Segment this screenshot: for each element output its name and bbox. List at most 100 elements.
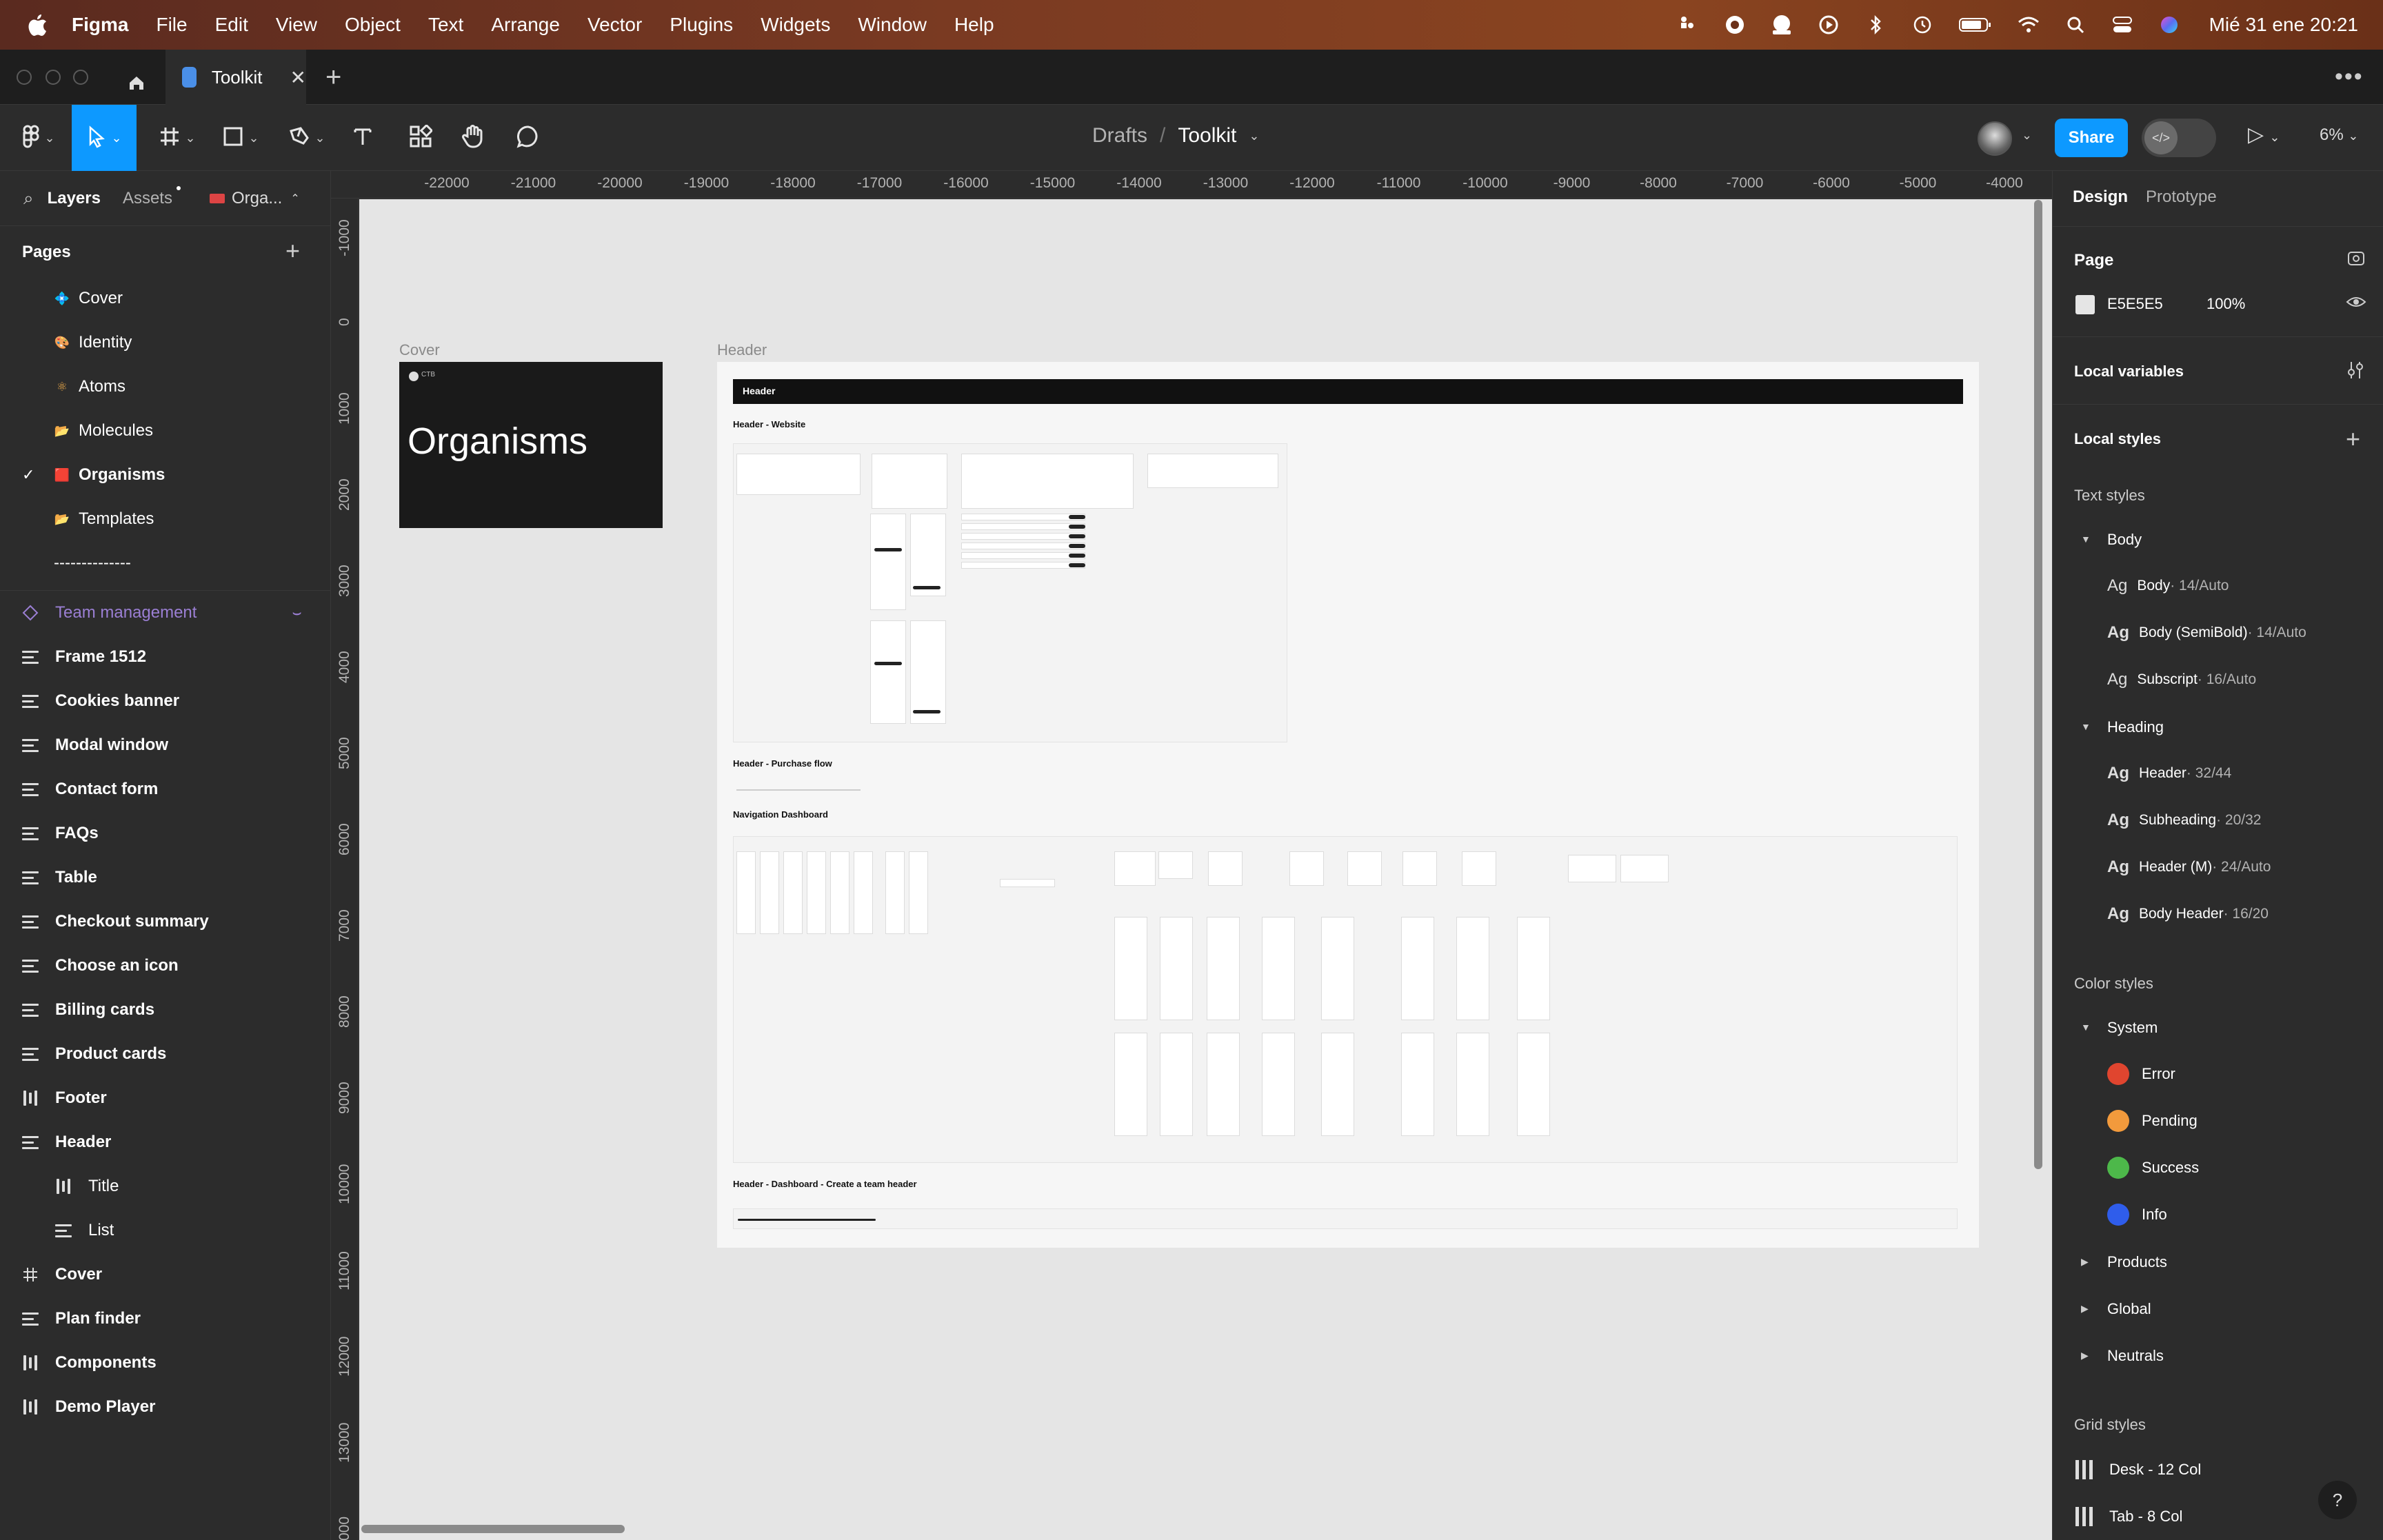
dev-mode-toggle[interactable]: </> [2142,119,2216,157]
bluetooth-icon[interactable] [1863,12,1888,37]
wifi-icon[interactable] [2016,12,2041,37]
user-avatar[interactable] [1978,121,2012,156]
control-center-icon[interactable] [2110,12,2135,37]
window-minimize-button[interactable] [46,70,61,85]
local-variables-title[interactable]: Local variables [2074,363,2184,381]
home-button[interactable] [119,65,154,101]
text-style-body-semibold[interactable]: Ag Body (SemiBold) · 14/Auto [2107,623,2306,642]
menu-app-figma[interactable]: Figma [72,14,128,36]
layer-demo-player[interactable]: Demo Player [0,1385,331,1429]
layer-contact-form[interactable]: Contact form [0,767,331,811]
color-style-error[interactable]: Error [2107,1063,2175,1085]
comment-tool-button[interactable] [514,105,542,171]
caret-right-icon[interactable]: ▶ [2081,1303,2089,1315]
new-tab-button[interactable]: + [325,63,341,91]
more-options-button[interactable]: ••• [2335,63,2364,90]
ruler-vertical[interactable]: -1000 0 1000 2000 3000 4000 5000 6000 7000 8000 90… [331,199,359,1540]
grid-style-tab-8-col[interactable]: Tab - 8 Col [2075,1507,2182,1526]
frame-label-cover[interactable]: Cover [399,341,440,359]
battery-icon[interactable] [1957,12,1994,37]
breadcrumb-drafts[interactable]: Drafts [1092,124,1147,148]
menu-edit[interactable]: Edit [215,14,248,36]
text-style-subscript[interactable]: Ag Subscript · 16/Auto [2107,670,2256,689]
page-settings-icon[interactable] [2346,248,2366,274]
text-style-header-m[interactable]: Ag Header (M) · 24/Auto [2107,858,2271,877]
caret-down-icon[interactable]: ▼ [2081,1022,2091,1033]
text-tool-button[interactable] [349,105,376,171]
page-selector-dropdown[interactable]: Orga... ⌃ [209,189,300,208]
add-style-button[interactable]: + [2346,425,2360,454]
color-style-group-products[interactable]: Products [2107,1253,2167,1271]
tab-prototype[interactable]: Prototype [2146,188,2217,207]
page-item-atoms[interactable]: ⚛ Atoms [0,365,331,409]
layer-product-cards[interactable]: Product cards [0,1032,331,1076]
color-style-pending[interactable]: Pending [2107,1110,2198,1132]
layer-components[interactable]: Components [0,1341,331,1385]
cover-frame[interactable]: CTB Organisms [399,362,663,528]
ruler-horizontal[interactable]: -22000 -21000 -20000 -19000 -18000 -17000 -160… [331,171,2052,199]
menu-view[interactable]: View [276,14,317,36]
chevron-down-icon[interactable]: ⌄ [1249,129,1259,143]
close-tab-icon[interactable]: ✕ [290,66,306,89]
page-item-cover[interactable]: 💠 Cover [0,276,331,321]
page-item-organisms[interactable]: ✓ 🟥 Organisms [0,453,331,497]
window-close-button[interactable] [17,70,32,85]
play-circle-icon[interactable] [1816,12,1841,37]
help-button[interactable]: ? [2318,1481,2357,1519]
canvas-scrollbar-vertical[interactable] [2034,200,2042,1169]
layer-faqs[interactable]: FAQs [0,811,331,855]
page-color-hex[interactable]: E5E5E5 [2107,295,2163,313]
page-color-swatch[interactable] [2075,295,2095,314]
page-item-divider[interactable]: -------------- [0,541,331,585]
visibility-eye-icon[interactable] [2346,294,2366,315]
grid-style-desk-12-col[interactable]: Desk - 12 Col [2075,1460,2201,1479]
layer-checkout-summary[interactable]: Checkout summary [0,900,331,944]
time-machine-icon[interactable] [1910,12,1935,37]
present-play-button[interactable]: ▷ ⌄ [2248,123,2280,147]
caret-right-icon[interactable]: ▶ [2081,1350,2089,1361]
chevron-down-icon[interactable]: ⌄ [2022,128,2032,143]
text-style-body[interactable]: Ag Body · 14/Auto [2107,576,2229,596]
text-style-body-header[interactable]: Ag Body Header · 16/20 [2107,904,2269,924]
window-zoom-button[interactable] [73,70,88,85]
menu-widgets[interactable]: Widgets [761,14,830,36]
page-color-opacity[interactable]: 100% [2206,295,2245,313]
layer-frame-1512[interactable]: Frame 1512 [0,635,331,679]
shape-tool-button[interactable]: ⌄ [217,105,265,171]
menu-file[interactable]: File [156,14,187,36]
pen-tool-button[interactable]: ⌄ [283,105,331,171]
layer-modal-window[interactable]: Modal window [0,723,331,767]
tab-assets[interactable]: Assets [123,185,181,208]
menu-text[interactable]: Text [428,14,463,36]
layer-table[interactable]: Table [0,855,331,900]
layer-cover[interactable]: Cover [0,1253,331,1297]
color-style-group-global[interactable]: Global [2107,1300,2151,1318]
move-tool-button[interactable]: ⌄ [72,105,137,171]
variables-sliders-icon[interactable] [2346,360,2365,385]
text-style-group-body[interactable]: Body [2107,531,2142,549]
menu-vector[interactable]: Vector [587,14,642,36]
zoom-level-dropdown[interactable]: 6% ⌄ [2320,125,2358,145]
main-menu-button[interactable]: ⌄ [12,105,65,171]
apple-menu-icon[interactable] [28,13,48,37]
layer-footer[interactable]: Footer [0,1076,331,1120]
color-style-success[interactable]: Success [2107,1157,2199,1179]
file-tab-toolkit[interactable]: Toolkit ✕ [165,50,306,105]
breadcrumb-file-name[interactable]: Toolkit [1178,124,1236,148]
hidden-eye-icon[interactable]: ⌣ [292,605,301,621]
frame-tool-button[interactable]: ⌄ [153,105,201,171]
resources-tool-button[interactable] [407,105,434,171]
color-style-info[interactable]: Info [2107,1204,2167,1226]
caret-right-icon[interactable]: ▶ [2081,1256,2089,1268]
layer-choose-an-icon[interactable]: Choose an icon [0,944,331,988]
text-style-subheading[interactable]: Ag Subheading · 20/32 [2107,811,2262,830]
hand-tool-button[interactable] [459,105,487,171]
menu-arrange[interactable]: Arrange [491,14,560,36]
siri-icon[interactable] [2157,12,2182,37]
layer-team-management[interactable]: Team management ⌣ [0,591,331,635]
text-style-group-heading[interactable]: Heading [2107,718,2164,736]
menu-plugins[interactable]: Plugins [670,14,733,36]
menu-window[interactable]: Window [858,14,927,36]
page-item-identity[interactable]: 🎨 Identity [0,321,331,365]
menu-help[interactable]: Help [954,14,994,36]
